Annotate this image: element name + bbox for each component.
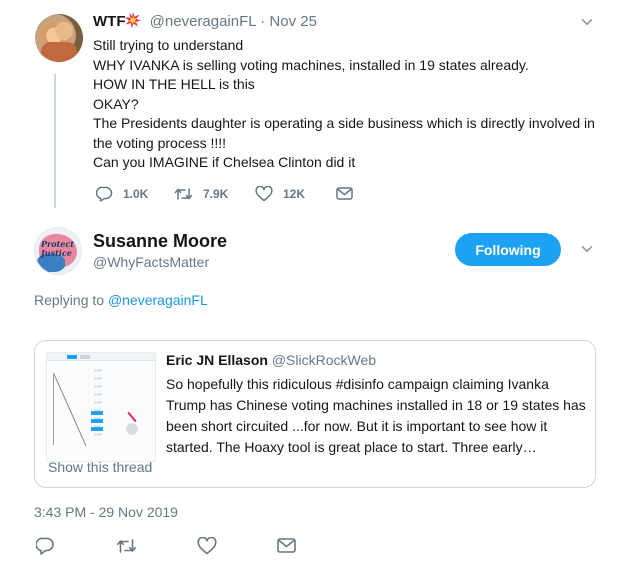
author-name[interactable]: WTF — [93, 13, 125, 30]
quoted-line: been short circuited ...for now. But it … — [166, 418, 548, 434]
author-handle[interactable]: @neveragainFL — [150, 13, 256, 30]
collision-emoji-icon — [125, 12, 142, 28]
show-thread-link[interactable]: Show this thread — [48, 459, 152, 475]
author-handle[interactable]: @WhyFactsMatter — [93, 253, 209, 271]
quoted-line: Trump has Chinese voting machines instal… — [166, 397, 586, 413]
quoted-author-handle: @SlickRockWeb — [271, 352, 377, 368]
reply-button[interactable] — [36, 537, 55, 555]
avatar-figure-body — [41, 42, 77, 62]
reply-icon — [96, 186, 123, 202]
retweet-count: 7.9K — [203, 187, 229, 201]
tweet-text: Still trying to understand WHY IVANKA is… — [93, 36, 613, 173]
replying-to-link[interactable]: @neveragainFL — [108, 292, 208, 308]
thumbnail-button — [91, 411, 103, 415]
tweet-line: The Presidents daughter is operating a s… — [93, 115, 595, 151]
dm-button[interactable] — [336, 186, 363, 201]
tweet-line: WHY IVANKA is selling voting machines, i… — [93, 56, 529, 73]
retweet-icon — [174, 186, 203, 202]
like-icon — [197, 537, 217, 555]
quoted-author-name: Eric JN Ellason — [166, 352, 268, 368]
dm-button[interactable] — [277, 537, 296, 554]
avatar[interactable]: Protect Justice — [34, 227, 82, 275]
thumbnail-tab — [67, 355, 77, 359]
tweet-line: HOW IN THE HELL is this — [93, 76, 255, 92]
quoted-tweet-text: So hopefully this ridiculous #disinfo ca… — [166, 374, 586, 458]
separator-dot: · — [260, 13, 266, 30]
dm-icon — [277, 537, 296, 554]
tweet-line: Still trying to understand — [93, 37, 244, 53]
retweet-button[interactable]: 7.9K — [174, 186, 228, 202]
like-icon — [255, 186, 283, 202]
quoted-tweet-thumbnail[interactable] — [46, 352, 156, 462]
like-count: 12K — [283, 187, 306, 201]
dm-icon — [336, 186, 363, 201]
author-name[interactable]: Susanne Moore — [93, 230, 227, 252]
quoted-line: started. The Hoaxy tool is great place t… — [166, 439, 537, 455]
tweet-line: Can you IMAGINE if Chelsea Clinton did i… — [93, 154, 356, 170]
tweet-timestamp[interactable]: 3:43 PM - 29 Nov 2019 — [34, 504, 178, 520]
reply-button[interactable]: 1.0K — [96, 186, 148, 202]
reply-count: 1.0K — [123, 187, 149, 201]
thumbnail-button — [91, 427, 103, 431]
thumbnail-toolbar — [47, 353, 155, 361]
avatar-text: Protect Justice — [41, 239, 74, 258]
like-button[interactable]: 12K — [255, 186, 305, 202]
like-button[interactable] — [197, 537, 217, 555]
thumbnail-axis — [53, 375, 81, 445]
replying-to: Replying to @neveragainFL — [34, 292, 208, 308]
thumbnail-button — [91, 419, 103, 423]
retweet-icon — [116, 537, 137, 555]
quoted-tweet-card[interactable]: Eric JN Ellason @SlickRockWeb So hopeful… — [34, 340, 596, 488]
quoted-line: So hopefully this ridiculous #disinfo ca… — [166, 376, 549, 392]
retweet-button[interactable] — [116, 537, 137, 555]
thumbnail-network — [117, 417, 147, 441]
thumbnail-tab — [80, 355, 90, 359]
quoted-author[interactable]: Eric JN Ellason @SlickRockWeb — [166, 351, 376, 369]
reply-icon — [36, 537, 55, 555]
tweet-header: WTF @neveragainFL · Nov 25 — [93, 12, 317, 32]
tweet-line: OKAY? — [93, 95, 139, 112]
following-button[interactable]: Following — [455, 233, 561, 266]
thread-connector-line — [54, 74, 56, 208]
avatar[interactable] — [35, 14, 83, 62]
tweet-date[interactable]: Nov 25 — [269, 13, 317, 30]
avatar-figure — [55, 22, 73, 40]
replying-prefix: Replying to — [34, 292, 105, 308]
chevron-down-icon[interactable] — [581, 243, 593, 255]
chevron-down-icon[interactable] — [581, 16, 593, 28]
